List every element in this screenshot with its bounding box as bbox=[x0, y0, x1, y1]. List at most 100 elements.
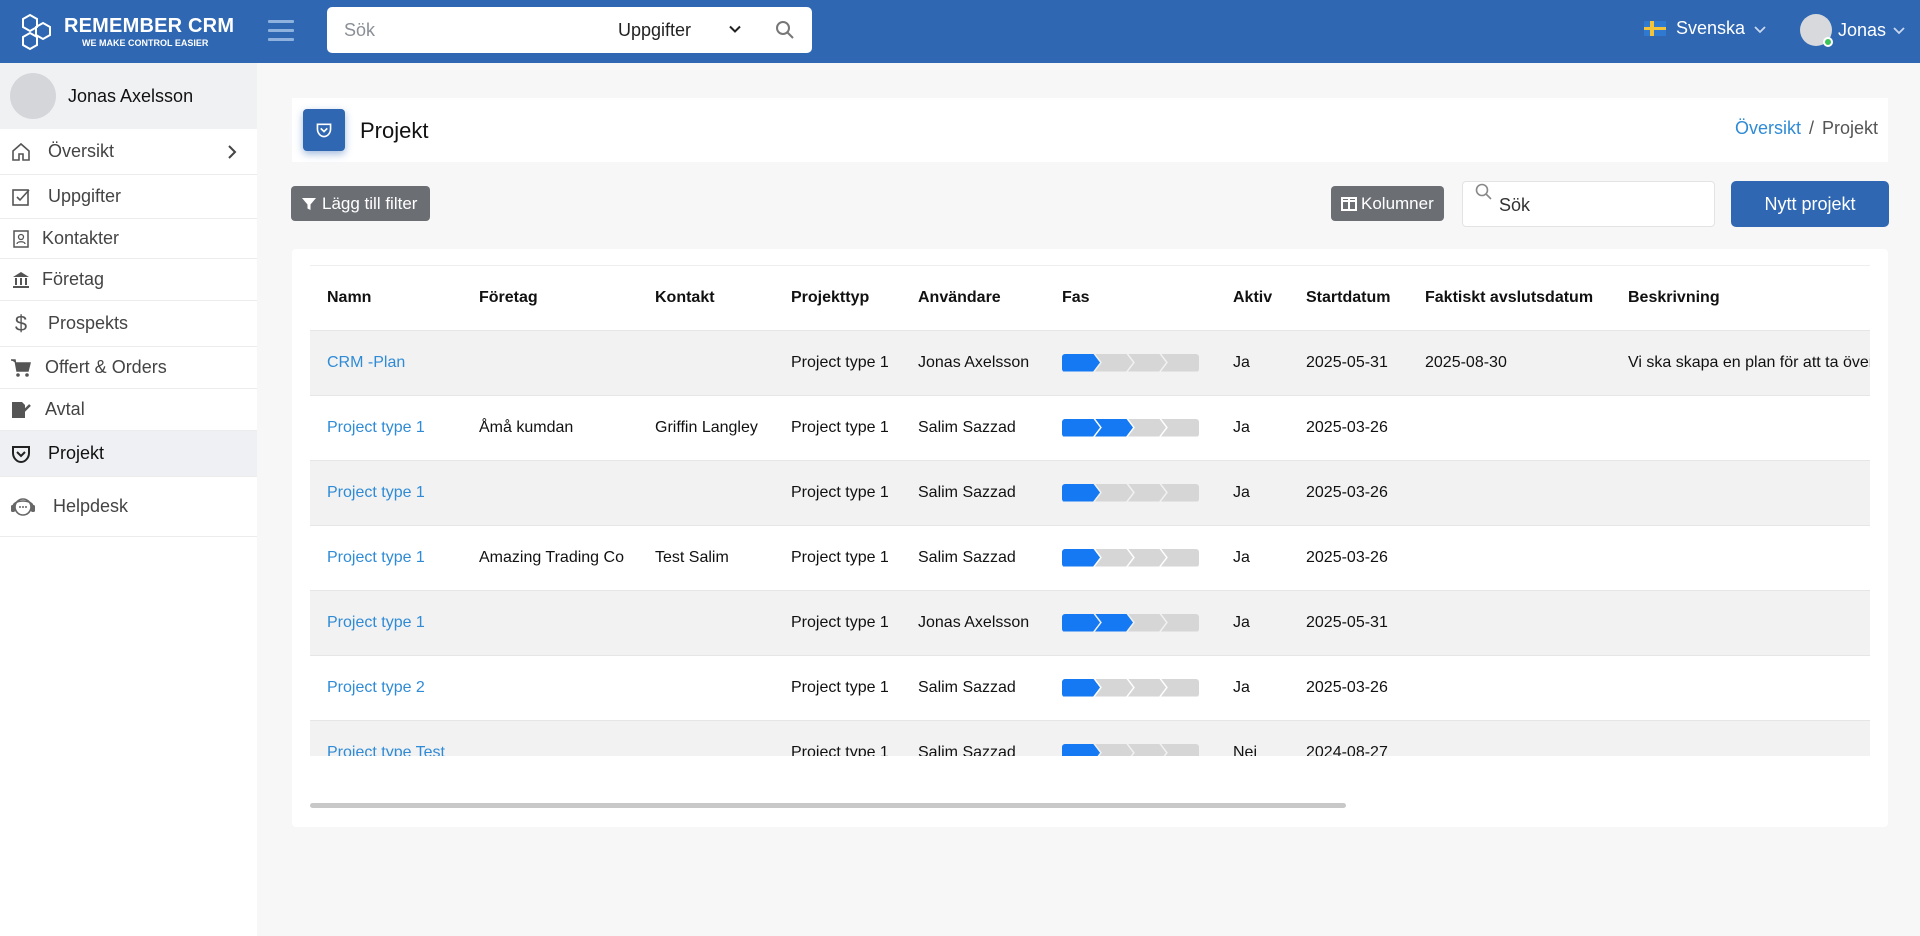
search-input[interactable]: Sök bbox=[344, 20, 375, 41]
chevron-down-icon[interactable] bbox=[727, 21, 743, 37]
sidebar-item-helpdesk[interactable]: Helpdesk bbox=[0, 477, 257, 537]
table-row[interactable]: CRM -Plan Project type 1 Jonas Axelsson Ja 2… bbox=[310, 329, 1870, 395]
sidebar-item-label: Avtal bbox=[45, 399, 85, 419]
column-header[interactable]: Fas bbox=[1045, 266, 1216, 330]
phase-step bbox=[1062, 678, 1100, 697]
phase-step bbox=[1062, 613, 1100, 632]
sidebar-item-offert-orders[interactable]: Offert & Orders bbox=[0, 347, 257, 389]
sidebar: Jonas Axelsson Översikt Uppgifter Kontak… bbox=[0, 63, 257, 936]
cell-name[interactable]: Project type Test bbox=[310, 719, 462, 756]
column-header[interactable]: Aktiv bbox=[1216, 266, 1289, 330]
sidebar-item-avtal[interactable]: Avtal bbox=[0, 389, 257, 431]
phase-progress bbox=[1045, 329, 1216, 395]
phase-progress bbox=[1045, 589, 1216, 655]
sidebar-item-label: Prospekts bbox=[48, 313, 129, 333]
table-row[interactable]: Project type 1 Project type 1 Jonas Axelss… bbox=[310, 589, 1870, 655]
column-header[interactable]: Namn bbox=[310, 266, 462, 330]
phase-step bbox=[1128, 743, 1166, 756]
cell-name[interactable]: Project type 2 bbox=[310, 654, 462, 720]
add-filter-button[interactable]: Lägg till filter bbox=[291, 186, 430, 221]
cell-name[interactable]: Project type 1 bbox=[310, 524, 462, 590]
table-header-row: Namn Företag Kontakt Projekttyp Användare Fas… bbox=[310, 266, 1870, 330]
new-project-button[interactable]: Nytt projekt bbox=[1731, 181, 1889, 227]
phase-step bbox=[1095, 483, 1133, 502]
phase-progress bbox=[1045, 459, 1216, 525]
add-filter-label: Lägg till filter bbox=[322, 193, 418, 213]
cell-name[interactable]: Project type 1 bbox=[310, 394, 462, 460]
column-header[interactable]: Projekttyp bbox=[774, 266, 901, 330]
sidebar-user[interactable]: Jonas Axelsson bbox=[0, 63, 257, 129]
columns-button[interactable]: Kolumner bbox=[1331, 186, 1444, 221]
cell-contact bbox=[638, 719, 774, 756]
breadcrumb: Översikt / Projekt bbox=[1734, 118, 1878, 138]
cell-desc bbox=[1611, 589, 1870, 655]
search-icon[interactable] bbox=[774, 19, 796, 41]
chevron-down-icon bbox=[1893, 27, 1905, 35]
cell-user: Salim Sazzad bbox=[901, 394, 1045, 460]
cell-type: Project type 1 bbox=[774, 394, 901, 460]
column-header[interactable]: Beskrivning bbox=[1611, 266, 1870, 330]
cell-name[interactable]: Project type 1 bbox=[310, 459, 462, 525]
cell-company bbox=[462, 459, 638, 525]
table-row[interactable]: Project type 1 Amazing Trading Co Test Sal… bbox=[310, 524, 1870, 590]
cell-start: 2024-08-27 bbox=[1289, 719, 1408, 756]
sidebar-item-prospekts[interactable]: $ Prospekts bbox=[0, 301, 257, 347]
cell-user: Jonas Axelsson bbox=[901, 589, 1045, 655]
sidebar-item-oversikt[interactable]: Översikt bbox=[0, 129, 257, 175]
column-header[interactable]: Användare bbox=[901, 266, 1045, 330]
checkbox-icon bbox=[12, 188, 30, 206]
pocket-icon bbox=[12, 445, 30, 463]
cell-contact bbox=[638, 459, 774, 525]
cell-end bbox=[1408, 654, 1611, 720]
logo[interactable]: REMEMBER CRM WE MAKE CONTROL EASIER bbox=[16, 10, 236, 54]
cell-name[interactable]: CRM -Plan bbox=[310, 329, 462, 395]
phase-step bbox=[1128, 483, 1166, 502]
cell-user: Salim Sazzad bbox=[901, 524, 1045, 590]
sidebar-item-projekt[interactable]: Projekt bbox=[0, 431, 257, 477]
cell-desc: Vi ska skapa en plan för att ta över bbox=[1611, 329, 1870, 395]
sweden-flag-icon bbox=[1644, 21, 1666, 36]
column-header[interactable]: Kontakt bbox=[638, 266, 774, 330]
column-header[interactable]: Företag bbox=[462, 266, 638, 330]
global-search[interactable]: Sök Uppgifter bbox=[327, 7, 812, 53]
cell-type: Project type 1 bbox=[774, 524, 901, 590]
page-title: Projekt bbox=[360, 118, 429, 143]
table-row[interactable]: Project type 1 Åmå kumdan Griffin Langley P… bbox=[310, 394, 1870, 460]
cell-contact bbox=[638, 589, 774, 655]
language-selector[interactable]: Svenska bbox=[1644, 18, 1767, 39]
online-status-icon bbox=[1823, 37, 1833, 47]
table-row[interactable]: Project type 1 Project type 1 Salim Sazzad… bbox=[310, 459, 1870, 525]
column-header[interactable]: Startdatum bbox=[1289, 266, 1408, 330]
table-body: CRM -Plan Project type 1 Jonas Axelsson Ja 2… bbox=[310, 329, 1870, 756]
column-header[interactable]: Faktiskt avslutsdatum bbox=[1408, 266, 1611, 330]
table-row[interactable]: Project type 2 Project type 1 Salim Sazzad… bbox=[310, 654, 1870, 720]
breadcrumb-link[interactable]: Översikt bbox=[1735, 118, 1801, 138]
cell-user: Salim Sazzad bbox=[901, 719, 1045, 756]
phase-progress bbox=[1045, 654, 1216, 720]
language-label: Svenska bbox=[1676, 18, 1746, 38]
sidebar-item-label: Kontakter bbox=[42, 228, 120, 248]
projects-table: Namn Företag Kontakt Projekttyp Användare Fas… bbox=[310, 266, 1870, 756]
table-search-input[interactable]: Sök bbox=[1462, 181, 1715, 227]
phase-progress bbox=[1045, 524, 1216, 590]
horizontal-scrollbar[interactable] bbox=[310, 803, 1346, 808]
cell-start: 2025-03-26 bbox=[1289, 459, 1408, 525]
table-scroll-area[interactable]: Namn Företag Kontakt Projekttyp Användare Fas… bbox=[310, 266, 1870, 756]
sidebar-item-foretag[interactable]: Företag bbox=[0, 259, 257, 301]
sidebar-item-kontakter[interactable]: Kontakter bbox=[0, 219, 257, 259]
phase-step bbox=[1128, 613, 1166, 632]
cell-start: 2025-03-26 bbox=[1289, 654, 1408, 720]
table-row[interactable]: Project type Test Project type 1 Salim Saz… bbox=[310, 719, 1870, 756]
search-scope-select[interactable]: Uppgifter bbox=[618, 20, 691, 41]
sidebar-item-uppgifter[interactable]: Uppgifter bbox=[0, 175, 257, 219]
breadcrumb-current: Projekt bbox=[1821, 118, 1878, 138]
page-header: Projekt Översikt / Projekt bbox=[292, 98, 1888, 162]
phase-step bbox=[1161, 743, 1199, 756]
user-menu[interactable]: Jonas bbox=[1800, 14, 1906, 47]
cart-icon bbox=[11, 358, 31, 377]
cell-company bbox=[462, 654, 638, 720]
cell-name[interactable]: Project type 1 bbox=[310, 589, 462, 655]
filter-icon bbox=[302, 197, 316, 210]
menu-toggle-icon[interactable] bbox=[268, 20, 294, 42]
phase-step bbox=[1095, 678, 1133, 697]
